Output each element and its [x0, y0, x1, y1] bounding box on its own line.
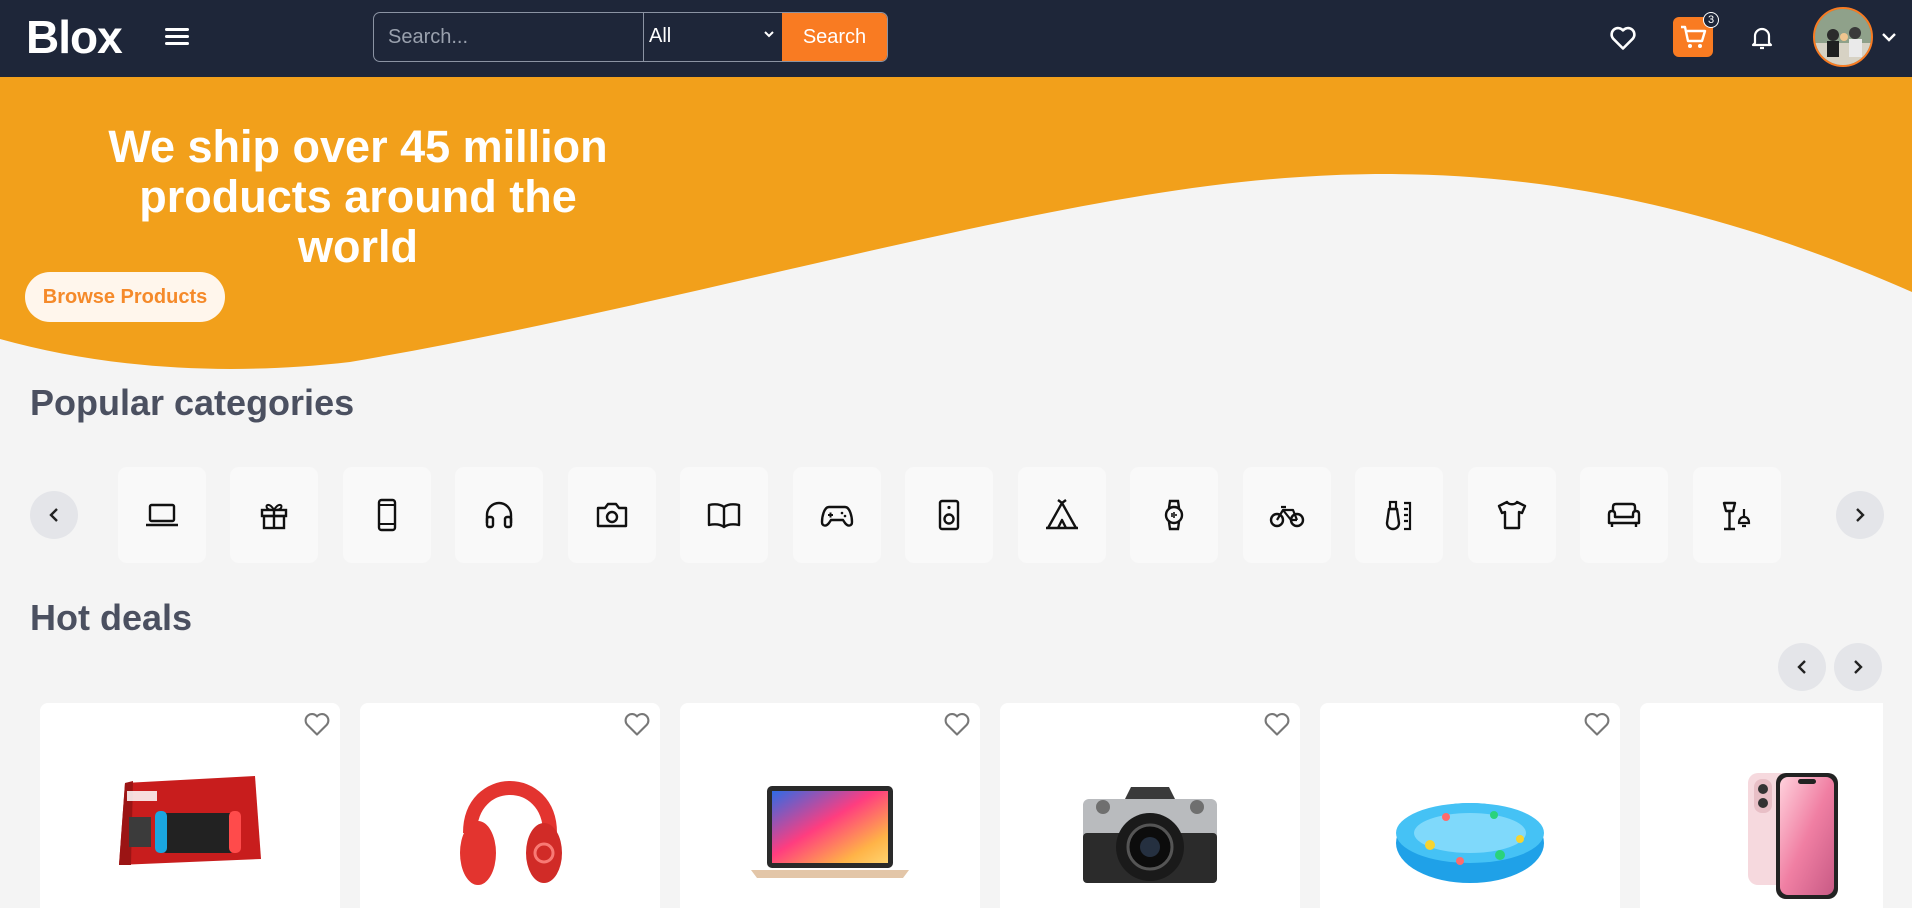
category-cameras[interactable]	[568, 467, 656, 563]
tent-icon	[1046, 499, 1078, 530]
hero-headline: We ship over 45 million products around …	[108, 121, 608, 272]
perfume-icon	[1385, 500, 1412, 531]
category-furniture[interactable]	[1580, 467, 1668, 563]
category-beauty[interactable]	[1355, 467, 1443, 563]
gift-icon	[260, 503, 288, 530]
wishlist-heart-icon[interactable]	[1603, 18, 1643, 58]
categories-next-button[interactable]	[1836, 491, 1884, 539]
categories-prev-button[interactable]	[30, 491, 78, 539]
favorite-heart-icon[interactable]	[1582, 709, 1612, 739]
macbook-air-image	[751, 786, 909, 878]
red-headphones-image	[460, 781, 562, 885]
cart-button[interactable]: 3	[1673, 12, 1719, 57]
product-card[interactable]	[40, 703, 340, 908]
laptop-icon	[146, 503, 178, 527]
category-phones[interactable]	[343, 467, 431, 563]
favorite-heart-icon[interactable]	[302, 709, 332, 739]
category-gifts[interactable]	[230, 467, 318, 563]
category-watches[interactable]	[1130, 467, 1218, 563]
user-avatar[interactable]	[1813, 7, 1873, 67]
category-camping[interactable]	[1018, 467, 1106, 563]
pink-iphone-image	[1748, 773, 1838, 899]
chevron-down-icon[interactable]	[1880, 28, 1898, 46]
chevron-right-icon	[1856, 508, 1865, 522]
hot-deals-title: Hot deals	[30, 597, 193, 638]
headphones-icon	[485, 501, 513, 529]
deals-prev-button[interactable]	[1778, 643, 1826, 691]
product-card[interactable]	[360, 703, 660, 908]
category-select-value: All	[649, 25, 672, 47]
inflatable-pool-image	[1396, 803, 1544, 883]
product-card[interactable]	[1320, 703, 1620, 908]
nintendo-switch-image	[119, 776, 261, 865]
popular-categories-title: Popular categories	[30, 382, 355, 423]
category-headphones[interactable]	[455, 467, 543, 563]
search-button[interactable]: Search	[782, 13, 887, 61]
browse-products-button[interactable]: Browse Products	[25, 272, 225, 322]
category-books[interactable]	[680, 467, 768, 563]
category-laptop[interactable]	[118, 467, 206, 563]
category-gaming[interactable]	[793, 467, 881, 563]
bicycle-icon	[1269, 505, 1305, 528]
product-card[interactable]	[680, 703, 980, 908]
chevron-right-icon	[1854, 660, 1863, 674]
sofa-icon	[1607, 502, 1641, 527]
category-clothing[interactable]	[1468, 467, 1556, 563]
search-input[interactable]	[374, 13, 644, 61]
camera-icon	[596, 502, 628, 528]
category-select[interactable]: All	[644, 13, 782, 61]
book-icon	[707, 503, 741, 529]
tshirt-icon	[1497, 500, 1527, 530]
notification-bell-icon[interactable]	[1742, 18, 1782, 58]
product-card[interactable]	[1640, 703, 1883, 908]
lamp-icon	[1722, 501, 1751, 531]
category-speakers[interactable]	[905, 467, 993, 563]
favorite-heart-icon[interactable]	[942, 709, 972, 739]
smartphone-icon	[377, 498, 397, 532]
chevron-left-icon	[1797, 660, 1806, 674]
menu-icon[interactable]	[162, 24, 192, 50]
product-card[interactable]	[1000, 703, 1300, 908]
smartwatch-icon	[1164, 499, 1184, 531]
search-bar: All Search	[373, 12, 888, 62]
category-home[interactable]	[1693, 467, 1781, 563]
chevron-left-icon	[49, 508, 58, 522]
gamepad-icon	[820, 505, 854, 527]
cart-count-badge: 3	[1703, 12, 1719, 28]
top-navbar: Blox All Search 3	[0, 0, 1912, 77]
chevron-down-icon	[764, 31, 774, 38]
logo[interactable]: Blox	[26, 10, 123, 64]
favorite-heart-icon[interactable]	[622, 709, 652, 739]
deals-next-button[interactable]	[1834, 643, 1882, 691]
speaker-icon	[938, 499, 960, 531]
cart-icon	[1681, 25, 1707, 48]
hot-deals-carousel	[40, 703, 1883, 908]
category-bicycles[interactable]	[1243, 467, 1331, 563]
nikon-camera-image	[1083, 787, 1217, 883]
favorite-heart-icon[interactable]	[1262, 709, 1292, 739]
